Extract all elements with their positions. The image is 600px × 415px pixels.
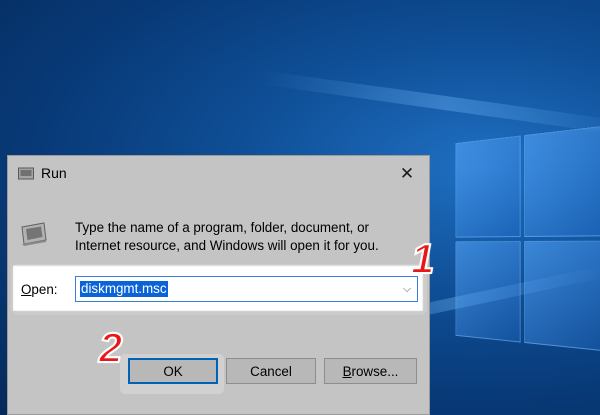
dialog-description: Type the name of a program, folder, docu… [75,220,379,253]
open-label-accesskey: O [21,282,32,297]
browse-label-rest: rowse... [351,363,399,379]
run-icon [18,167,34,180]
ok-button[interactable]: OK [128,358,218,384]
window-title: Run [41,165,67,181]
light-beam [259,70,600,137]
cancel-button[interactable]: Cancel [226,358,316,384]
run-dialog: Run ✕ Type the name of a program, folder… [7,155,430,415]
title-bar[interactable]: Run ✕ [8,156,429,191]
open-field-highlight: Open: diskmgmt.msc ⌵ [14,267,424,312]
windows-logo-icon [455,125,600,364]
close-icon: ✕ [399,163,415,183]
browse-accesskey: B [342,363,352,379]
run-program-icon [21,222,47,246]
close-button[interactable]: ✕ [385,156,429,191]
open-label: Open: [21,282,57,297]
open-combobox[interactable]: diskmgmt.msc ⌵ [75,276,418,302]
chevron-down-icon[interactable]: ⌵ [400,280,414,298]
step-1-callout: 1 [410,235,435,282]
step-2-callout: 2 [98,324,123,371]
open-input[interactable]: diskmgmt.msc [80,281,168,297]
open-label-rest: pen: [31,282,58,297]
browse-button[interactable]: Browse... [324,358,417,384]
